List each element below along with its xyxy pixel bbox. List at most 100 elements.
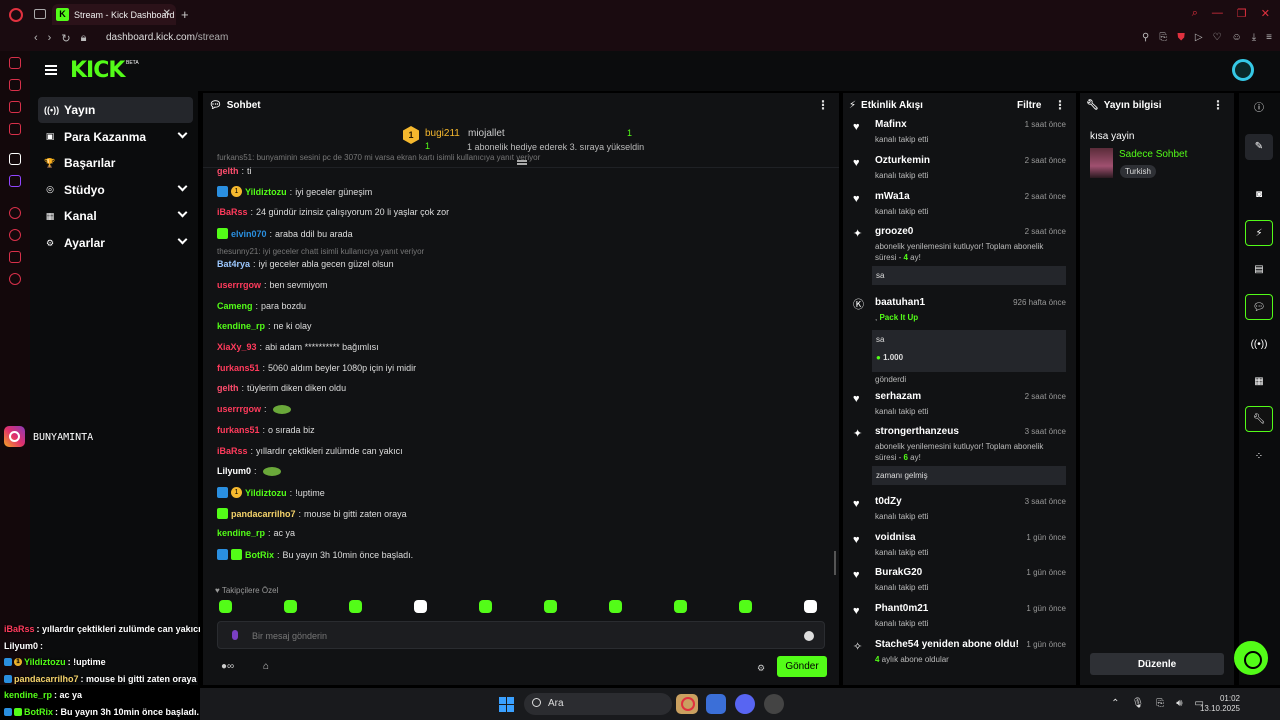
emote-8-icon[interactable] xyxy=(739,600,752,613)
notes-icon[interactable]: ▤ xyxy=(1245,257,1273,283)
nav-item-4[interactable]: ▦ Kanal xyxy=(38,203,193,229)
nav-item-1[interactable]: ▣ Para Kazanma xyxy=(38,124,193,150)
sidebar-clock-icon[interactable] xyxy=(9,229,21,241)
profile-icon[interactable]: ☺ xyxy=(1232,32,1242,43)
heart-outline-icon[interactable]: ♡ xyxy=(1213,32,1222,43)
mic-icon[interactable] xyxy=(232,630,238,640)
snapshot-icon[interactable]: ⎘ xyxy=(1159,32,1167,43)
chat-settings-icon[interactable]: ⚙ xyxy=(757,663,765,674)
chat-username[interactable]: furkans51 xyxy=(217,363,260,373)
activity-name[interactable]: mWa1a xyxy=(875,191,910,202)
chat-username[interactable]: Lilyum0 xyxy=(217,466,251,476)
sidebar-extensions-icon[interactable] xyxy=(9,251,21,263)
kick-logo[interactable]: KICK xyxy=(70,58,125,83)
chat-username[interactable]: userrrgow xyxy=(217,404,261,414)
chat-username[interactable]: kendine_rp xyxy=(217,528,265,538)
nav-item-5[interactable]: ⚙ Ayarlar xyxy=(38,230,193,256)
broadcast-toggle-icon[interactable]: ((•)) xyxy=(1245,332,1273,358)
tray-network-icon[interactable]: ⎘ xyxy=(1156,698,1164,709)
sidebar-player-icon[interactable] xyxy=(9,207,21,219)
chat-username[interactable]: elvin070 xyxy=(231,229,267,239)
more-tools-icon[interactable]: ⁘ xyxy=(1245,444,1273,470)
sidebar-settings-icon[interactable] xyxy=(9,273,21,285)
emoji-icon[interactable] xyxy=(804,631,814,641)
chat-username[interactable]: furkans51 xyxy=(217,425,260,435)
chat-username[interactable]: userrrgow xyxy=(217,280,261,290)
tab-island-icon[interactable] xyxy=(34,9,46,19)
chat-username[interactable]: Cameng xyxy=(217,301,253,311)
tray-volume-icon[interactable]: 🔊︎ xyxy=(1176,698,1182,709)
chat-username[interactable]: BotRix xyxy=(245,550,274,560)
sidebar-bag-icon[interactable] xyxy=(9,79,21,91)
emote-3-icon[interactable] xyxy=(414,600,427,613)
tray-expand-icon[interactable]: ⌃ xyxy=(1111,698,1119,709)
emote-2-icon[interactable] xyxy=(349,600,362,613)
taskbar-app-icon[interactable] xyxy=(706,694,726,714)
edit-button[interactable]: Düzenle xyxy=(1090,653,1224,675)
nav-item-2[interactable]: 🏆 Başarılar xyxy=(38,150,193,176)
kick-emote-icon[interactable]: ●∞ xyxy=(221,661,234,672)
taskbar-search[interactable]: Ara xyxy=(524,693,672,715)
activity-name[interactable]: Phant0m21 xyxy=(875,603,928,614)
chat-username[interactable]: iBaRss xyxy=(217,207,248,217)
minimize-icon[interactable]: — xyxy=(1212,7,1223,20)
taskbar-extra-icon[interactable] xyxy=(764,694,784,714)
chat-username[interactable]: gelth xyxy=(217,383,239,393)
emote-4-icon[interactable] xyxy=(479,600,492,613)
back-icon[interactable]: ‹ xyxy=(34,32,38,45)
stack-icon[interactable]: ▦ xyxy=(1245,369,1273,395)
url-field[interactable]: dashboard.kick.com/stream xyxy=(93,32,228,43)
activity-toggle-icon[interactable]: ⚡︎ xyxy=(1245,220,1273,246)
close-window-icon[interactable]: ✕ xyxy=(1261,7,1270,20)
filter-button[interactable]: Filtre xyxy=(1017,100,1041,111)
taskbar-opera-icon[interactable] xyxy=(681,697,695,711)
sidebar-news-icon[interactable] xyxy=(9,123,21,135)
taskbar-clock[interactable]: 01:02 13.10.2025 xyxy=(1200,694,1240,714)
user-avatar[interactable] xyxy=(1232,59,1254,81)
stream-info-menu-icon[interactable]: ⋮ xyxy=(1212,99,1224,111)
chat-username[interactable]: Yildiztozu xyxy=(245,488,287,498)
activity-name[interactable]: voidnisa xyxy=(875,532,916,543)
activity-name[interactable]: strongerthanzeus xyxy=(875,426,959,437)
tab-close-icon[interactable]: ✕ xyxy=(163,8,171,19)
sidebar-messenger-icon[interactable] xyxy=(9,101,21,113)
support-chat-icon[interactable] xyxy=(1234,641,1268,675)
emote-9-icon[interactable] xyxy=(804,600,817,613)
activity-name[interactable]: serhazam xyxy=(875,391,921,402)
info-icon[interactable]: ⓘ xyxy=(1245,96,1273,122)
reload-icon[interactable]: ↻ xyxy=(61,32,70,45)
sidebar-twitch-icon[interactable] xyxy=(9,175,21,187)
maximize-icon[interactable]: ❐ xyxy=(1237,7,1247,20)
emote-1-icon[interactable] xyxy=(284,600,297,613)
camera-icon[interactable]: ◙ xyxy=(1245,182,1273,208)
activity-name[interactable]: t0dZy xyxy=(875,496,902,507)
windows-start-icon[interactable] xyxy=(499,697,514,712)
activity-name[interactable]: Ozturkemin xyxy=(875,155,930,166)
pinned-user-2[interactable]: miojallet xyxy=(468,128,505,139)
activity-name[interactable]: Mafinx xyxy=(875,119,907,130)
store-icon[interactable]: ⌂ xyxy=(263,661,269,672)
activity-name[interactable]: grooze0 xyxy=(875,226,913,237)
emote-6-icon[interactable] xyxy=(609,600,622,613)
tray-mic-icon[interactable]: 🎙︎ xyxy=(1132,698,1145,709)
download-icon[interactable]: ⤓ xyxy=(1252,32,1256,43)
emote-5-icon[interactable] xyxy=(544,600,557,613)
menu-icon[interactable]: ≡ xyxy=(1266,32,1272,43)
browser-tab[interactable]: K Stream - Kick Dashboard ✕ xyxy=(52,4,176,25)
search-tabs-icon[interactable]: ⌕ xyxy=(1192,7,1198,20)
send-button[interactable]: Gönder xyxy=(777,656,827,677)
activity-menu-icon[interactable]: ⋮ xyxy=(1054,99,1066,111)
chat-input[interactable]: Bir mesaj gönderin xyxy=(217,621,825,649)
stream-info-toggle-icon[interactable]: 🔧︎ xyxy=(1245,406,1273,432)
forward-icon[interactable]: › xyxy=(48,32,52,45)
activity-name[interactable]: Stache54 yeniden abone oldu! xyxy=(875,639,1019,650)
category-name[interactable]: Sadece Sohbet xyxy=(1119,149,1187,160)
chat-username[interactable]: Bat4rya xyxy=(217,259,250,269)
chat-scrollbar[interactable] xyxy=(834,551,836,575)
new-tab-icon[interactable]: + xyxy=(181,7,189,22)
pin-icon[interactable]: ⚲ xyxy=(1142,32,1149,43)
opera-logo-icon[interactable] xyxy=(9,8,23,22)
sidebar-kick-icon[interactable] xyxy=(9,153,21,165)
chat-username[interactable]: gelth xyxy=(217,166,239,176)
chat-username[interactable]: Yildiztozu xyxy=(245,187,287,197)
